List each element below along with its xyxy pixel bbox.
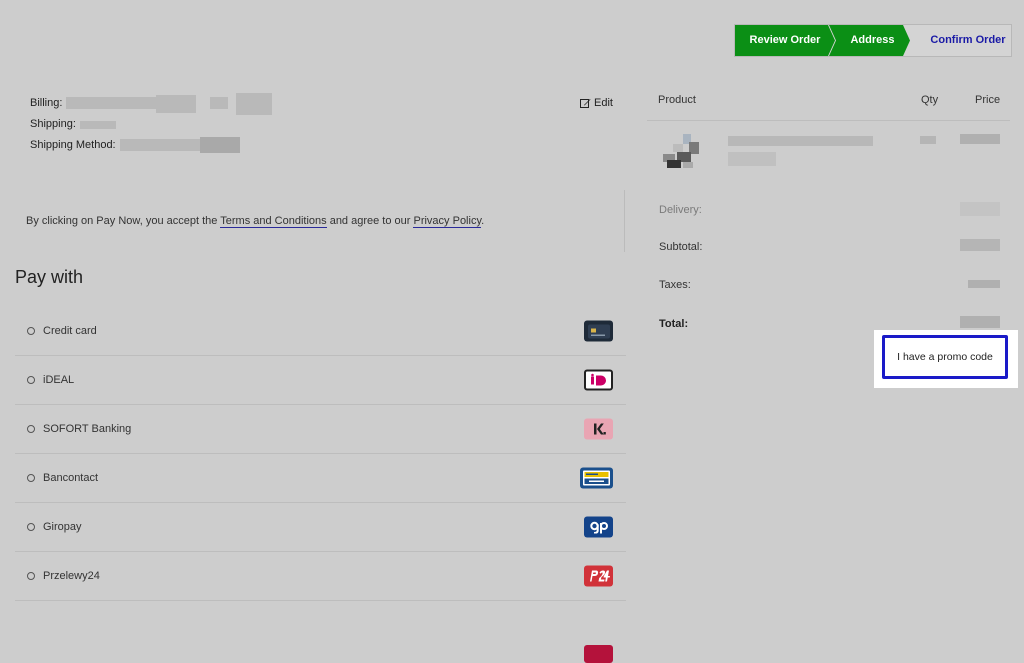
bancontact-icon	[580, 467, 613, 489]
taxes-value-redacted	[968, 280, 1000, 288]
payment-method-credit-card[interactable]: Credit card	[15, 307, 626, 356]
payment-method-label: Credit card	[43, 325, 97, 337]
payment-method-label: Przelewy24	[43, 570, 100, 582]
total-value-redacted	[960, 316, 1000, 328]
column-header-price: Price	[975, 94, 1001, 106]
billing-label: Billing:	[30, 97, 63, 109]
step-address[interactable]: Address	[829, 25, 910, 56]
checkout-stepper: Review Order Address Confirm Order	[734, 24, 1012, 57]
edit-label: Edit	[594, 97, 613, 109]
edit-icon	[580, 98, 591, 108]
radio-button[interactable]	[27, 572, 35, 580]
radio-button[interactable]	[27, 425, 35, 433]
promo-code-button[interactable]: I have a promo code	[882, 335, 1008, 379]
payment-method-label: SOFORT Banking	[43, 423, 132, 435]
radio-button[interactable]	[27, 327, 35, 335]
product-image	[661, 134, 703, 170]
shipping-value-redacted	[79, 121, 116, 129]
terms-middle: and agree to our	[326, 215, 414, 227]
shipping-row: Shipping:	[30, 118, 272, 139]
payment-method-label: Bancontact	[43, 472, 99, 484]
radio-button[interactable]	[27, 376, 35, 384]
redacted-block	[210, 97, 229, 109]
payment-methods-list: Credit card iDEAL SOFORT Banking Bancont…	[15, 307, 626, 663]
terms-suffix: .	[481, 215, 485, 227]
payment-method-ideal[interactable]: iDEAL	[15, 356, 626, 405]
redacted-block	[199, 137, 240, 153]
credit-card-icon	[584, 320, 613, 342]
product-variant-redacted	[728, 152, 776, 166]
payment-logo-icon	[584, 645, 613, 663]
shipping-method-row: Shipping Method:	[30, 137, 272, 160]
payment-method-label: Giropay	[43, 521, 82, 533]
terms-notice: By clicking on Pay Now, you accept the T…	[26, 215, 485, 228]
sofort-icon	[584, 418, 613, 440]
terms-link[interactable]: Terms and Conditions	[220, 215, 327, 228]
billing-value-redacted	[66, 97, 157, 109]
taxes-label: Taxes:	[659, 279, 691, 291]
column-header-product: Product	[658, 94, 696, 106]
divider	[624, 190, 625, 252]
radio-button[interactable]	[27, 523, 35, 531]
shipping-method-value-redacted	[119, 139, 200, 151]
shipping-label: Shipping:	[30, 118, 76, 130]
payment-method-przelewy24[interactable]: Przelewy24	[15, 552, 626, 601]
product-qty-redacted	[920, 136, 936, 144]
ideal-icon	[584, 369, 613, 391]
pay-with-title: Pay with	[15, 267, 84, 287]
shipping-method-label: Shipping Method:	[30, 139, 116, 151]
divider	[647, 120, 1010, 121]
step-confirm-order[interactable]: Confirm Order	[925, 25, 1011, 56]
subtotal-value-redacted	[960, 239, 1000, 251]
redacted-block	[156, 95, 197, 113]
product-name-redacted	[728, 136, 873, 146]
payment-method-sofort[interactable]: SOFORT Banking	[15, 405, 626, 454]
giropay-icon	[584, 516, 613, 538]
radio-button[interactable]	[27, 474, 35, 482]
column-header-qty: Qty	[921, 94, 939, 106]
edit-button[interactable]: Edit	[580, 97, 613, 109]
delivery-value-redacted	[960, 202, 1000, 216]
delivery-label: Delivery:	[659, 204, 702, 216]
billing-row: Billing:	[30, 93, 273, 118]
subtotal-label: Subtotal:	[659, 241, 703, 253]
payment-method-label: iDEAL	[43, 374, 75, 386]
promo-highlight: I have a promo code	[874, 330, 1018, 388]
przelewy24-icon	[584, 565, 613, 587]
privacy-link[interactable]: Privacy Policy	[413, 215, 482, 228]
total-label: Total:	[659, 318, 689, 330]
step-review-order[interactable]: Review Order	[735, 25, 835, 56]
product-price-redacted	[960, 134, 1000, 144]
terms-prefix: By clicking on Pay Now, you accept the	[26, 215, 221, 227]
payment-method-giropay[interactable]: Giropay	[15, 503, 626, 552]
redacted-block	[236, 93, 273, 115]
payment-method-bancontact[interactable]: Bancontact	[15, 454, 626, 503]
payment-method-partial[interactable]	[15, 601, 626, 663]
order-summary: Billing: Shipping: Shipping Method:	[30, 93, 273, 160]
